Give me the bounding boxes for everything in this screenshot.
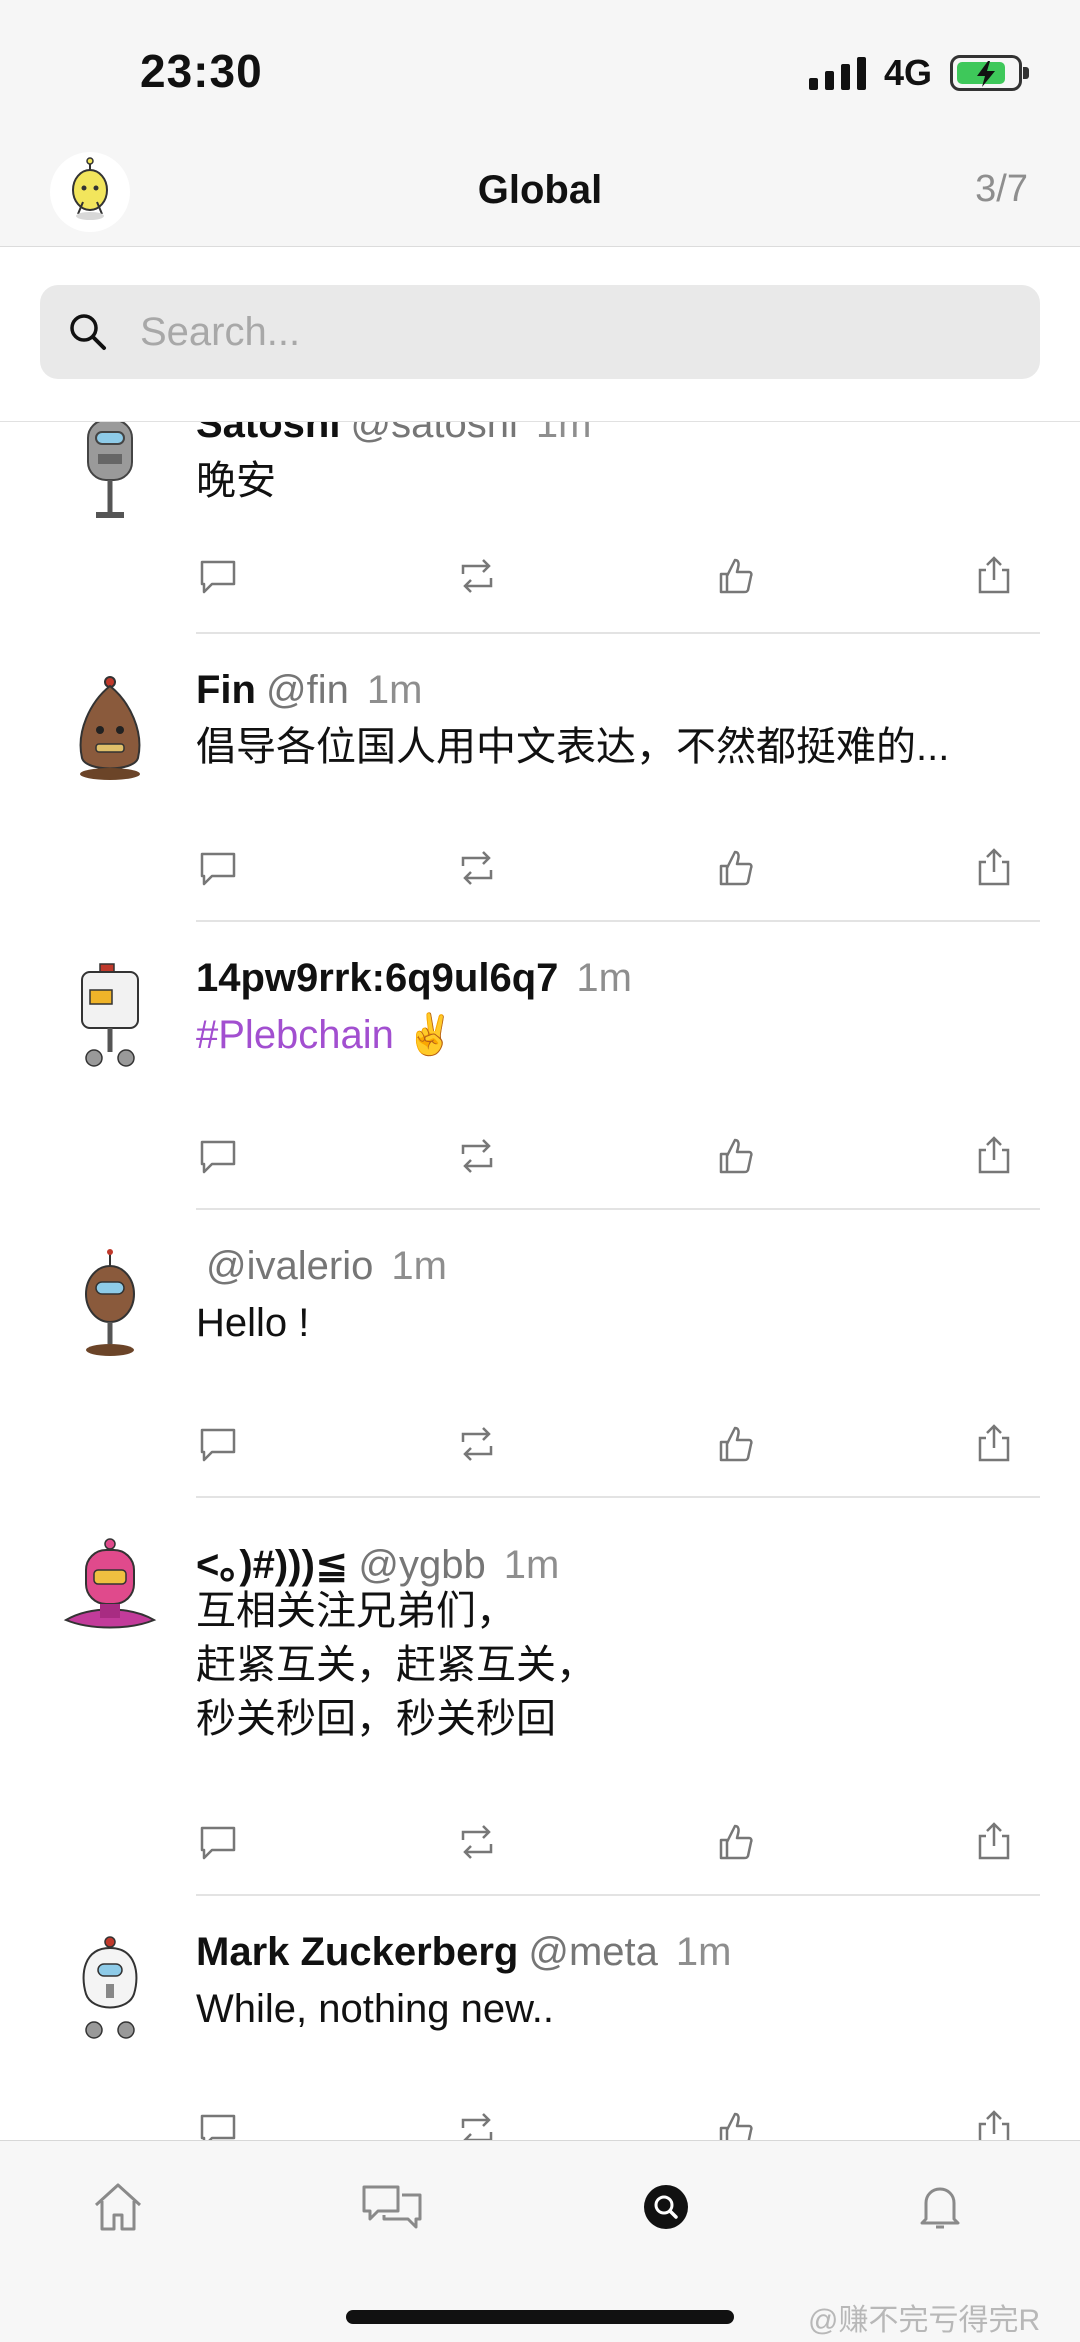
post-content: 晚安 <box>196 459 276 503</box>
share-icon[interactable] <box>972 1820 1016 1864</box>
post-content: While, nothing new.. <box>196 1987 554 2031</box>
post-divider <box>196 1208 1040 1210</box>
author-handle[interactable]: @meta <box>528 1930 658 1974</box>
share-icon[interactable] <box>972 846 1016 890</box>
share-icon[interactable] <box>972 1422 1016 1466</box>
repost-icon[interactable] <box>455 554 499 598</box>
share-icon[interactable] <box>972 1134 1016 1178</box>
messages-icon[interactable] <box>360 2177 424 2237</box>
like-icon[interactable] <box>713 846 757 890</box>
battery-icon <box>950 55 1029 91</box>
author-name[interactable]: Fin <box>196 668 256 712</box>
search-bar-container <box>0 247 1080 422</box>
author-name[interactable]: <。)#)))≦ <box>196 1543 348 1587</box>
share-icon[interactable] <box>972 2108 1016 2140</box>
repost-icon[interactable] <box>455 1134 499 1178</box>
home-icon[interactable] <box>88 2177 148 2237</box>
feed-list[interactable]: Satoshi @satoshi 1m 晚安 Fin @fin 1m 倡导各位国人用中文… <box>0 422 1080 2140</box>
reply-icon[interactable] <box>196 554 240 598</box>
white-round-robot-icon[interactable] <box>60 1934 160 2054</box>
author-handle[interactable]: @ivalerio <box>206 1244 373 1288</box>
post-time: 1m <box>535 422 592 446</box>
post-meta: Mark Zuckerberg @meta 1m <box>196 1930 731 1975</box>
post-content: 倡导各位国人用中文表达，不然都挺难的... <box>196 725 950 769</box>
like-icon[interactable] <box>713 1134 757 1178</box>
brown-antenna-robot-icon[interactable] <box>60 1248 160 1368</box>
author-name[interactable]: 14pw9rrk:6q9ul6q7 <box>196 956 558 1000</box>
post-meta: <。)#)))≦ @ygbb 1m <box>196 1532 559 1590</box>
repost-icon[interactable] <box>455 1820 499 1864</box>
nav-header: Global 3/7 <box>0 146 1080 247</box>
network-type: 4G <box>883 52 932 93</box>
post-meta: @ivalerio 1m <box>196 1244 447 1289</box>
page-title: Global <box>477 168 603 212</box>
post-actions <box>196 1820 1016 1868</box>
reply-icon[interactable] <box>196 846 240 890</box>
reply-icon[interactable] <box>196 1134 240 1178</box>
post-content: 互相关注兄弟们， 赶紧互关，赶紧互关， 秒关秒回，秒关秒回 <box>196 1589 596 1741</box>
signal-icon <box>808 56 866 90</box>
post-content: Hello ! <box>196 1301 310 1345</box>
post-time: 1m <box>503 1543 560 1587</box>
grey-robot-icon[interactable] <box>60 422 160 534</box>
post-actions <box>196 2108 1016 2140</box>
watermark: @赚不完亏得完R <box>808 2304 1041 2337</box>
repost-icon[interactable] <box>455 1422 499 1466</box>
post-actions <box>196 554 1016 602</box>
share-icon[interactable] <box>972 554 1016 598</box>
relay-count[interactable]: 3/7 <box>975 168 1028 211</box>
bell-icon[interactable] <box>910 2177 970 2237</box>
post-time: 1m <box>391 1244 447 1288</box>
reply-icon[interactable] <box>196 1422 240 1466</box>
search-icon[interactable] <box>636 2177 696 2237</box>
white-box-robot-icon[interactable] <box>60 960 160 1080</box>
post-time: 1m <box>675 1930 732 1974</box>
post-divider <box>196 1496 1040 1498</box>
author-handle[interactable]: @fin <box>266 668 349 712</box>
post-meta: Satoshi @satoshi 1m <box>196 422 591 447</box>
author-handle[interactable]: @ygbb <box>358 1543 485 1587</box>
post-actions <box>196 1422 1016 1470</box>
post-divider <box>196 632 1040 634</box>
brown-blob-robot-icon[interactable] <box>60 672 160 792</box>
repost-icon[interactable] <box>455 2108 499 2140</box>
repost-icon[interactable] <box>455 846 499 890</box>
pink-robot-icon[interactable] <box>60 1536 160 1656</box>
like-icon[interactable] <box>713 1820 757 1864</box>
home-indicator[interactable] <box>346 2310 734 2324</box>
like-icon[interactable] <box>713 554 757 598</box>
search-input[interactable] <box>138 308 962 356</box>
author-handle[interactable]: @satoshi <box>350 422 517 446</box>
post-meta: Fin @fin 1m <box>196 668 422 713</box>
status-time: 23:30 <box>140 45 263 97</box>
reply-icon[interactable] <box>196 1820 240 1864</box>
post-divider <box>196 920 1040 922</box>
search-box[interactable] <box>40 285 1040 379</box>
post-divider <box>196 1894 1040 1896</box>
post-content[interactable]: #Plebchain ✌️ <box>196 1008 1026 1062</box>
status-indicators: 4G <box>808 52 1029 94</box>
status-bar: 23:30 4G <box>0 0 1080 146</box>
like-icon[interactable] <box>713 1422 757 1466</box>
post-time: 1m <box>576 956 632 1000</box>
author-name[interactable]: Satoshi <box>196 422 340 446</box>
post-actions <box>196 1134 1016 1182</box>
post-actions <box>196 846 1016 894</box>
post-meta: 14pw9rrk:6q9ul6q7 1m <box>196 956 632 1001</box>
reply-icon[interactable] <box>196 2108 240 2140</box>
author-name[interactable]: Mark Zuckerberg <box>196 1930 518 1974</box>
like-icon[interactable] <box>713 2108 757 2140</box>
search-icon <box>66 310 110 354</box>
post-time: 1m <box>366 668 423 712</box>
